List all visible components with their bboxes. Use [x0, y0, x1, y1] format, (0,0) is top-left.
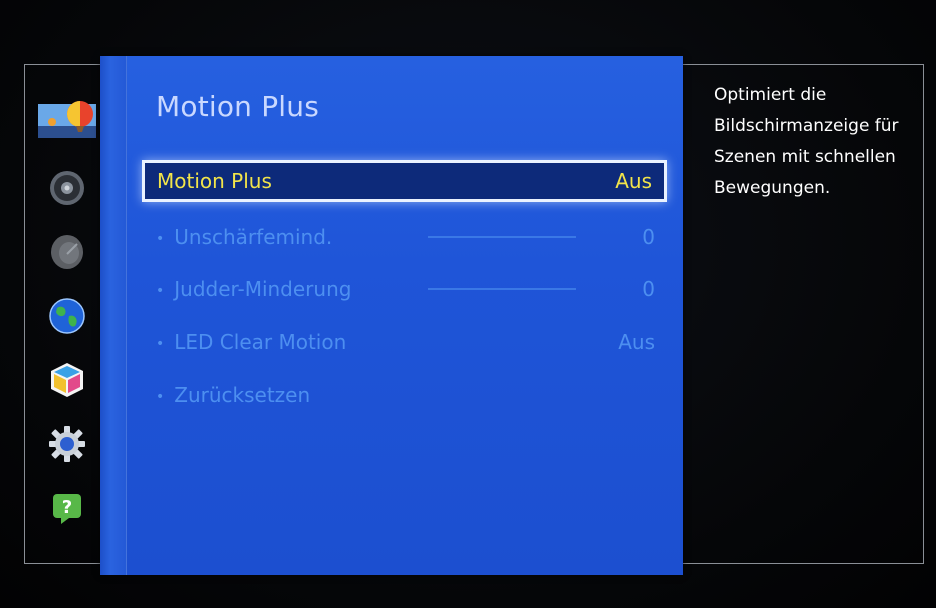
description-line: Bildschirmanzeige für: [714, 116, 899, 136]
menu-item-label: Unschärfemind.: [174, 225, 333, 249]
bullet-icon: •: [156, 230, 165, 247]
menu-list: Motion Plus Aus • Unschärfemind. 0 • Judde…: [100, 56, 683, 575]
menu-item-value: Aus: [618, 330, 655, 354]
satellite-dish-icon: [51, 235, 83, 269]
menu-item-value: Aus: [615, 169, 652, 193]
bullet-icon: •: [156, 282, 165, 299]
sidebar-item-picture[interactable]: [30, 96, 104, 140]
menu-item-value: 0: [642, 225, 655, 249]
sidebar-item-support[interactable]: ?: [30, 486, 104, 530]
menu-item-label: Judder-Minderung: [174, 277, 352, 301]
menu-item-label: LED Clear Motion: [174, 330, 347, 354]
menu-item-reset[interactable]: • Zurücksetzen: [142, 374, 667, 416]
menu-item-blur-reduction[interactable]: • Unschärfemind. 0: [142, 216, 667, 258]
motion-plus-panel: Motion Plus Motion Plus Aus • Unschärfemi…: [100, 56, 683, 575]
menu-item-label: Motion Plus: [157, 169, 272, 193]
menu-item-value: 0: [642, 277, 655, 301]
help-icon: ?: [53, 494, 81, 524]
svg-text:?: ?: [62, 497, 72, 518]
menu-item-judder-reduction[interactable]: • Judder-Minderung 0: [142, 268, 667, 310]
sidebar-item-broadcast[interactable]: [30, 230, 104, 274]
judder-reduction-slider: [428, 288, 576, 290]
description-line: Bewegungen.: [714, 178, 831, 198]
sidebar-item-network[interactable]: [30, 294, 104, 338]
sidebar-item-sound[interactable]: [30, 166, 104, 210]
tv-screen: ? Motion Plus Motion Plus Aus • Unschärfe…: [0, 0, 936, 608]
description-line: Szenen mit schnellen: [714, 147, 896, 167]
menu-item-label: Zurücksetzen: [174, 383, 311, 407]
gear-icon: [49, 426, 85, 462]
description-line: Optimiert die: [714, 85, 827, 105]
sidebar: ?: [30, 96, 104, 536]
menu-item-led-clear-motion[interactable]: • LED Clear Motion Aus: [142, 321, 667, 363]
speaker-icon: [50, 171, 84, 205]
sidebar-item-smart-features[interactable]: [30, 358, 104, 402]
globe-icon: [49, 298, 85, 334]
sidebar-item-system[interactable]: [30, 422, 104, 466]
help-description: Optimiert die Bildschirmanzeige für Szen…: [714, 80, 929, 204]
blur-reduction-slider: [428, 236, 576, 238]
menu-item-motion-plus[interactable]: Motion Plus Aus: [142, 160, 667, 202]
bullet-icon: •: [156, 388, 165, 405]
smart-hub-cube-icon: [51, 363, 83, 397]
picture-icon: [38, 101, 96, 138]
bullet-icon: •: [156, 335, 165, 352]
